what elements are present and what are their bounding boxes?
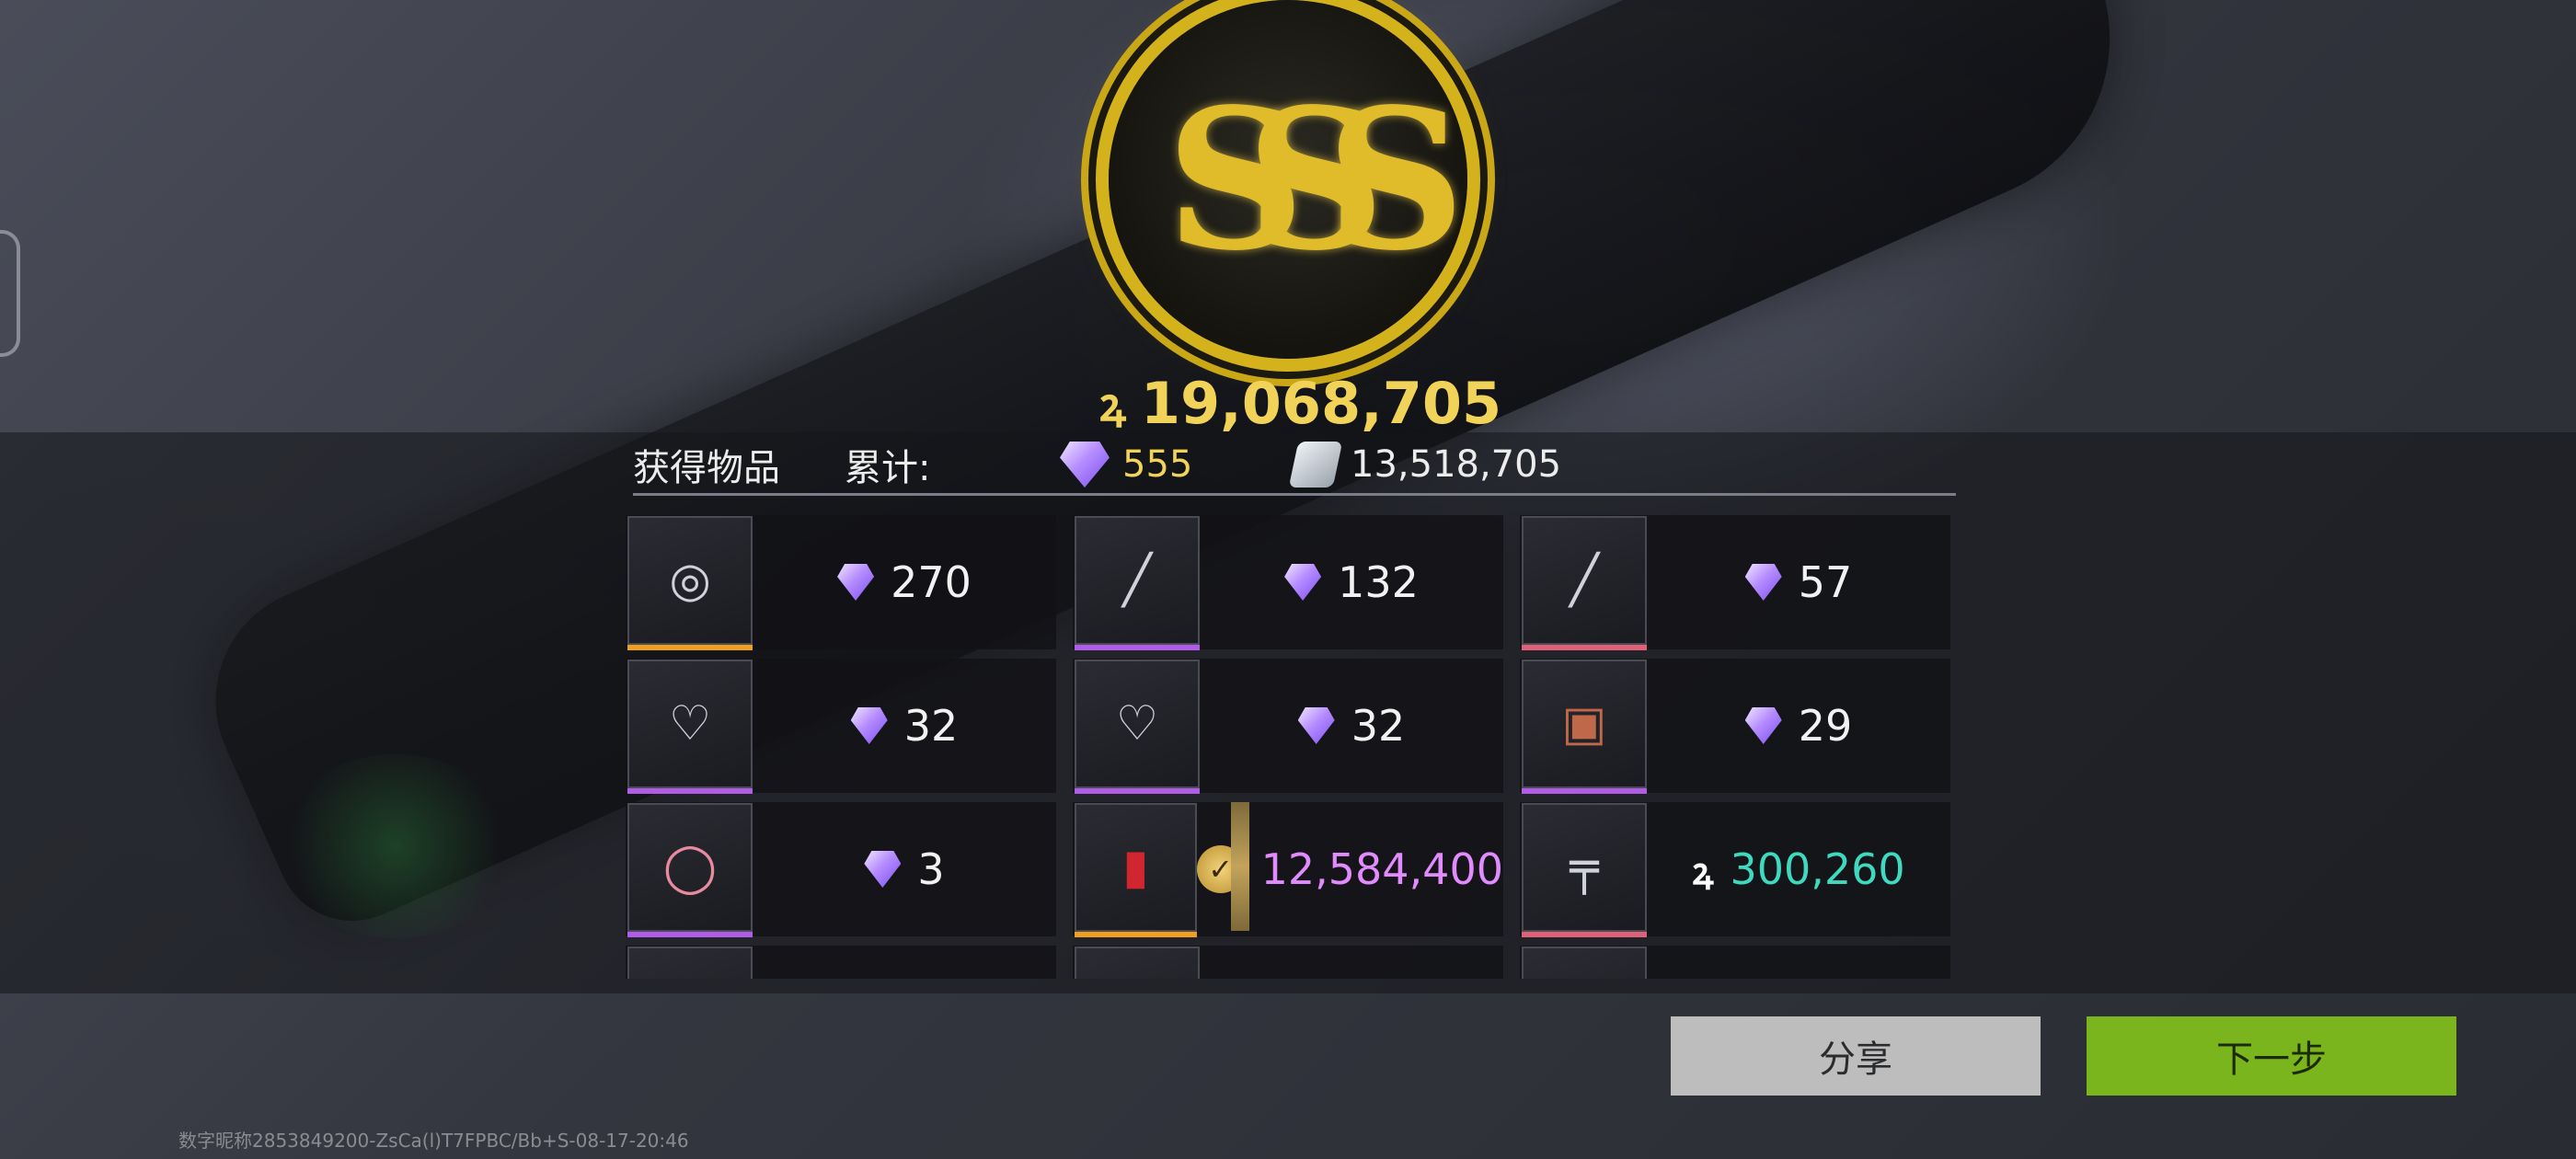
coin-icon: ꝝ	[1692, 850, 1714, 893]
heart-necklace-icon: ♡	[627, 660, 753, 794]
rarity-bar	[627, 932, 753, 937]
left-edge-tab	[0, 230, 20, 357]
item-value: 29	[1647, 701, 1950, 751]
share-button[interactable]: 分享	[1671, 1016, 2041, 1096]
heart-necklace-icon: ♡	[1075, 660, 1200, 794]
gem-icon	[1744, 707, 1782, 744]
coin-icon: ꝝ	[1099, 378, 1126, 431]
items-title: 获得物品	[633, 447, 780, 489]
gem-icon	[1297, 707, 1335, 744]
item-value-text: 12,584,400	[1260, 844, 1503, 894]
bracelet-icon: ◯	[627, 803, 753, 937]
item-value: ꝝ 300,260	[1647, 844, 1950, 895]
watermark-text: 数字昵称2853849200-ZsCa(l)T7FPBC/Bb+S-08-17-…	[178, 1130, 689, 1152]
list-item[interactable]	[1520, 946, 1950, 979]
total-value: 19,068,705	[1140, 369, 1502, 437]
item-value-text: 57	[1798, 557, 1853, 607]
list-item[interactable]: ╱ 57	[1520, 515, 1950, 650]
list-item[interactable]	[626, 946, 1056, 979]
items-grid: ◎ 270 ╱ 132 ╱ 57 ♡ 32 ♡ 32 ▣ 29 ◯ 3 ▮ ✓ 1…	[626, 515, 1950, 979]
ornate-box-icon: ▣	[1522, 660, 1647, 794]
gem-icon	[864, 851, 902, 888]
item-thumbnail	[1075, 947, 1200, 979]
cumulative-label: 累计:	[845, 447, 931, 489]
list-item[interactable]: ◯ 3	[626, 802, 1056, 937]
list-item[interactable]: ♡ 32	[626, 659, 1056, 794]
gem-icon	[1060, 442, 1110, 488]
list-item[interactable]: ♡ 32	[1073, 659, 1503, 794]
gem-icon	[850, 707, 888, 744]
list-item[interactable]	[1073, 946, 1503, 979]
rarity-bar	[627, 788, 753, 794]
rarity-bar	[1522, 788, 1647, 794]
coin-item-icon: ◎	[627, 516, 753, 650]
item-value-text: 270	[891, 557, 972, 607]
list-item[interactable]: ▮ ✓ 12,584,400	[1073, 802, 1503, 937]
list-item[interactable]: ◎ 270	[626, 515, 1056, 650]
item-value-text: 300,260	[1730, 844, 1905, 894]
red-canister-icon: ▮	[1075, 803, 1197, 937]
assault-rifle-icon: ╤	[1522, 803, 1647, 937]
item-value: 32	[1200, 701, 1503, 751]
item-value: 3	[753, 844, 1056, 894]
items-header: 获得物品 累计: 555 13,518,705	[633, 438, 1956, 491]
item-value-text: 32	[1351, 701, 1406, 751]
gem-icon	[837, 564, 875, 601]
gem-icon	[1284, 564, 1322, 601]
syringe-item-icon: ╱	[1075, 516, 1200, 650]
next-button[interactable]: 下一步	[2087, 1016, 2456, 1096]
value-stripe	[1231, 802, 1249, 931]
rarity-bar	[1522, 932, 1647, 937]
rarity-bar	[1075, 932, 1197, 937]
silver-total: 13,518,705	[1351, 443, 1562, 486]
item-value: 57	[1647, 557, 1950, 607]
rifle-item-icon: ╱	[1522, 516, 1647, 650]
rarity-bar	[1522, 645, 1647, 650]
gem-icon	[1744, 564, 1782, 601]
item-thumbnail	[627, 947, 753, 979]
medal-emblem: SSS	[1166, 65, 1466, 293]
item-value: 132	[1200, 557, 1503, 607]
item-value-text: 132	[1338, 557, 1419, 607]
total-earnings: ꝝ 19,068,705	[1099, 368, 1501, 438]
header-divider	[633, 493, 1956, 496]
list-item[interactable]: ╤ ꝝ 300,260	[1520, 802, 1950, 937]
item-value-text: 3	[917, 844, 945, 894]
item-thumbnail	[1522, 947, 1647, 979]
rarity-bar	[1075, 645, 1200, 650]
item-value-text: 32	[903, 701, 959, 751]
list-item[interactable]: ▣ 29	[1520, 659, 1950, 794]
silver-icon	[1288, 442, 1343, 488]
item-value-text: 29	[1798, 701, 1853, 751]
item-value: 32	[753, 701, 1056, 751]
gem-total: 555	[1122, 443, 1193, 486]
item-value: 270	[753, 557, 1056, 607]
list-item[interactable]: ╱ 132	[1073, 515, 1503, 650]
rarity-bar	[1075, 788, 1200, 794]
rarity-bar	[627, 645, 753, 650]
rank-medal: SSS	[1109, 0, 1467, 359]
